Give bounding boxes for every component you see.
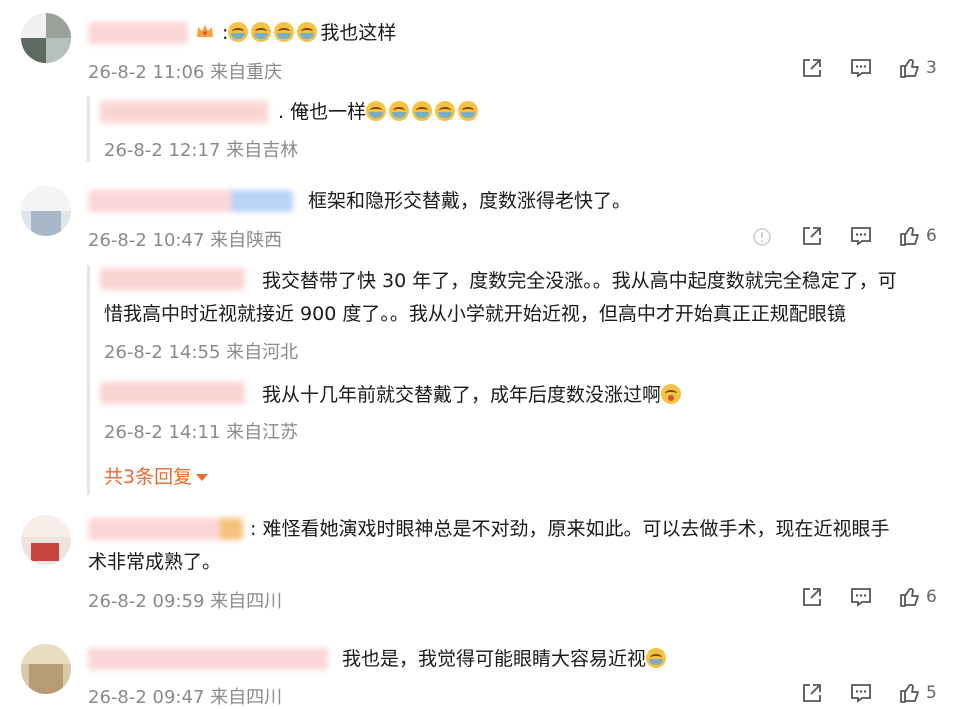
thumbs-up-icon [900, 588, 919, 607]
comment-button[interactable] [849, 585, 873, 613]
comment-button[interactable] [849, 224, 873, 252]
comment-text-line2: 术非常成熟了。 [88, 551, 222, 573]
share-icon [803, 59, 821, 77]
laugh-cry-emoji-icon [274, 22, 295, 42]
share-button[interactable] [800, 585, 824, 613]
comment-text: : 我也这样 [222, 22, 397, 44]
comment-button[interactable] [849, 56, 873, 84]
comment-text: 我也是，我觉得可能眼睛大容易近视 [342, 648, 669, 670]
share-icon [803, 227, 821, 245]
reply-text-line1: 我交替带了快 30 年了，度数完全没涨。。我从高中起度数就完全稳定了，可 [262, 270, 897, 292]
reply-divider [87, 96, 90, 162]
share-button[interactable] [800, 681, 824, 709]
caret-down-icon [196, 474, 209, 481]
share-icon [803, 684, 821, 702]
reply-username[interactable] [100, 101, 268, 123]
laugh-cry-emoji-icon [297, 22, 318, 42]
share-button[interactable] [800, 56, 824, 84]
comment-text-line1: : 难怪看她演戏时眼神总是不对劲，原来如此。可以去做手术，现在近视眼手 [250, 518, 890, 540]
reply-username[interactable] [100, 268, 245, 290]
laugh-cry-emoji-icon [366, 101, 387, 121]
comment-meta: 26-8-2 10:47 来自陕西 [88, 230, 283, 251]
like-button[interactable]: 6 [898, 585, 937, 609]
like-count: 3 [926, 58, 937, 78]
shocked-emoji-icon [661, 384, 682, 404]
reply-text: . 俺也一样 [278, 101, 481, 123]
username[interactable] [88, 190, 293, 212]
share-button[interactable] [800, 224, 824, 252]
thumbs-up-icon [900, 227, 919, 246]
reply-username[interactable] [100, 382, 245, 404]
laugh-cry-emoji-icon [412, 101, 433, 121]
like-count: 6 [926, 226, 937, 246]
comment-meta: 26-8-2 09:59 来自四川 [88, 591, 283, 612]
laugh-cry-emoji-icon [458, 101, 479, 121]
thumbs-up-icon [900, 59, 919, 78]
laugh-cry-emoji-icon [435, 101, 456, 121]
like-count: 5 [926, 683, 937, 703]
reply-meta: 26-8-2 14:55 来自河北 [104, 342, 299, 363]
reply-text: 我从十几年前就交替戴了，成年后度数没涨过啊 [262, 384, 684, 406]
avatar[interactable] [21, 515, 71, 565]
avatar[interactable] [21, 13, 71, 63]
comment-text: 框架和隐形交替戴，度数涨得老快了。 [308, 190, 632, 212]
share-icon [803, 588, 821, 606]
username[interactable] [88, 518, 243, 540]
comment-icon [851, 684, 871, 703]
reply-text-line2: 惜我高中时近视就接近 900 度了。。我从小学就开始近视，但高中才开始真正正规配… [104, 303, 846, 325]
laugh-cry-emoji-icon [646, 648, 667, 668]
like-button[interactable]: 5 [898, 681, 937, 705]
more-replies-link[interactable]: 共3条回复 [104, 462, 209, 489]
report-icon [753, 228, 771, 246]
thumbs-up-icon [900, 684, 919, 703]
like-button[interactable]: 3 [898, 56, 937, 80]
comment-meta: 26-8-2 11:06 来自重庆 [88, 62, 283, 83]
like-button[interactable]: 6 [898, 224, 937, 248]
like-count: 6 [926, 587, 937, 607]
comment-button[interactable] [849, 681, 873, 709]
laugh-cry-emoji-icon [251, 22, 272, 42]
comment-icon [851, 588, 871, 607]
username[interactable] [88, 22, 188, 44]
comment-icon [851, 227, 871, 246]
avatar[interactable] [21, 644, 71, 694]
reply-meta: 26-8-2 12:17 来自吉林 [104, 140, 299, 161]
username[interactable] [88, 648, 328, 670]
vip-crown-icon [195, 22, 215, 40]
laugh-cry-emoji-icon [389, 101, 410, 121]
reply-divider [87, 265, 90, 495]
comment-icon [851, 59, 871, 78]
report-button[interactable] [751, 226, 773, 252]
laugh-cry-emoji-icon [228, 22, 249, 42]
avatar[interactable] [21, 186, 71, 236]
comment-meta: 26-8-2 09:47 来自四川 [88, 687, 283, 708]
reply-meta: 26-8-2 14:11 来自江苏 [104, 422, 299, 443]
